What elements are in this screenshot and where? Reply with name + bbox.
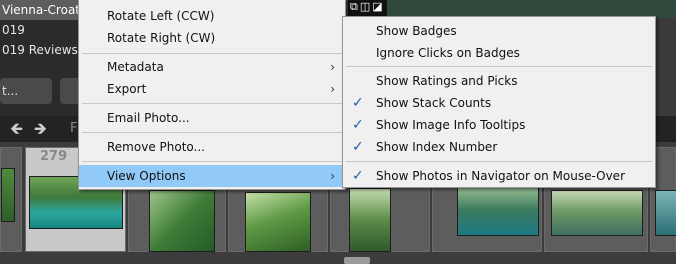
view-mode-icons[interactable]: ⧉◫◪: [348, 0, 387, 16]
photo-thumbnail[interactable]: [655, 190, 676, 236]
collection-item[interactable]: 019 Reviews: [0, 40, 90, 60]
checkmark-icon: ✓: [352, 168, 364, 184]
menu-separator: [82, 103, 342, 104]
context-menu: Rotate Left (CCW) Rotate Right (CW) Meta…: [78, 0, 346, 190]
menu-item-show-stack-counts[interactable]: ✓ Show Stack Counts: [343, 92, 655, 114]
collection-item[interactable]: 019: [0, 20, 90, 40]
filmstrip-cell[interactable]: [0, 147, 22, 252]
photo-thumbnail[interactable]: [245, 192, 311, 252]
menu-item-email-photo[interactable]: Email Photo...: [79, 107, 345, 129]
menu-separator: [346, 66, 652, 67]
photo-thumbnail[interactable]: [457, 184, 539, 236]
panel-button[interactable]: t...: [0, 78, 52, 104]
back-arrow-icon[interactable]: 🡸: [10, 120, 23, 138]
menu-item-ignore-clicks-on-badges[interactable]: Ignore Clicks on Badges: [343, 42, 655, 64]
photo-thumbnail[interactable]: [551, 190, 643, 236]
menu-item-view-options[interactable]: View Options ›: [79, 165, 345, 187]
checkmark-icon: ✓: [352, 95, 364, 111]
collections-panel: Vienna-Croat 019 019 Reviews t...: [0, 0, 90, 116]
photo-thumbnail[interactable]: [349, 188, 391, 252]
menu-separator: [82, 53, 342, 54]
menu-item-show-index-number[interactable]: ✓ Show Index Number: [343, 136, 655, 158]
filmstrip-source-label: F: [70, 121, 78, 136]
menu-item-metadata[interactable]: Metadata ›: [79, 56, 345, 78]
forward-arrow-icon[interactable]: 🡺: [34, 120, 47, 138]
menu-separator: [82, 132, 342, 133]
index-number: 279: [40, 149, 68, 164]
chevron-right-icon: ›: [330, 169, 335, 183]
checkmark-icon: ✓: [352, 139, 364, 155]
photo-thumbnail[interactable]: [149, 190, 215, 252]
menu-item-show-image-info-tooltips[interactable]: ✓ Show Image Info Tooltips: [343, 114, 655, 136]
menu-item-show-photos-in-navigator[interactable]: ✓ Show Photos in Navigator on Mouse-Over: [343, 165, 655, 187]
chevron-right-icon: ›: [330, 60, 335, 74]
chevron-right-icon: ›: [330, 82, 335, 96]
menu-separator: [346, 161, 652, 162]
menu-item-export[interactable]: Export ›: [79, 78, 345, 100]
view-options-submenu: Show Badges Ignore Clicks on Badges Show…: [342, 16, 656, 188]
checkmark-icon: ✓: [352, 117, 364, 133]
menu-item-show-ratings-and-picks[interactable]: Show Ratings and Picks: [343, 70, 655, 92]
menu-item-show-badges[interactable]: Show Badges: [343, 20, 655, 42]
menu-item-rotate-right[interactable]: Rotate Right (CW): [79, 27, 345, 49]
photo-thumbnail[interactable]: [1, 168, 15, 222]
collection-item[interactable]: Vienna-Croat: [0, 0, 90, 20]
menu-separator: [82, 161, 342, 162]
menu-item-rotate-left[interactable]: Rotate Left (CCW): [79, 5, 345, 27]
filmstrip-scrollbar[interactable]: [344, 257, 370, 264]
menu-item-remove-photo[interactable]: Remove Photo...: [79, 136, 345, 158]
